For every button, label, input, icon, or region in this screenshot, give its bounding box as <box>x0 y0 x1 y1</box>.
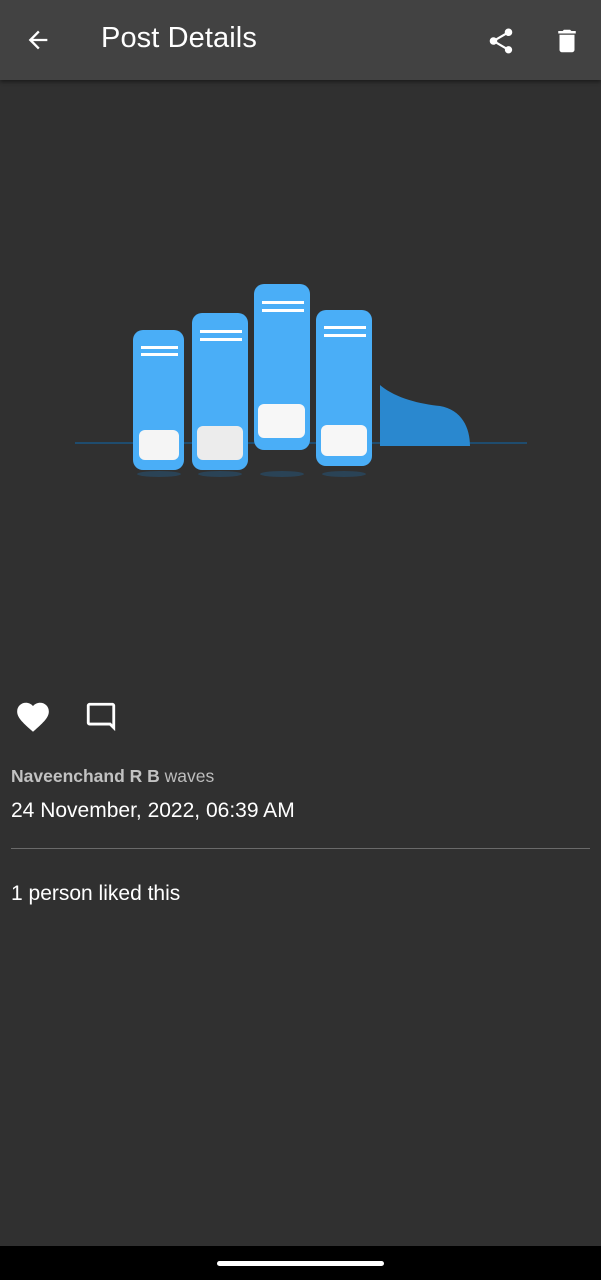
delete-button[interactable] <box>543 17 591 65</box>
comment-icon <box>86 702 116 732</box>
books-illustration <box>75 284 527 477</box>
share-icon <box>489 28 513 54</box>
heart-icon <box>17 702 49 732</box>
post-caption: Naveenchand R B waves <box>11 766 214 787</box>
system-navigation-bar <box>0 1246 601 1280</box>
post-timestamp: 24 November, 2022, 06:39 AM <box>11 799 295 822</box>
caption-text: waves <box>164 766 215 786</box>
back-button[interactable] <box>14 16 62 64</box>
delete-icon <box>558 29 576 53</box>
home-gesture-handle[interactable] <box>217 1261 384 1266</box>
post-details-screen: Post Details Naveenchand R B waves 24 No… <box>0 0 601 1280</box>
page-title: Post Details <box>101 22 257 54</box>
comment-button[interactable] <box>78 694 124 740</box>
post-actions <box>0 690 601 742</box>
share-button[interactable] <box>477 17 525 65</box>
likes-summary[interactable]: 1 person liked this <box>11 882 180 906</box>
author-name[interactable]: Naveenchand R B <box>11 766 160 786</box>
arrow-back-icon <box>28 30 48 50</box>
post-image[interactable] <box>0 80 601 680</box>
like-button[interactable] <box>10 694 56 740</box>
divider <box>11 848 590 849</box>
top-app-bar: Post Details <box>0 0 601 80</box>
